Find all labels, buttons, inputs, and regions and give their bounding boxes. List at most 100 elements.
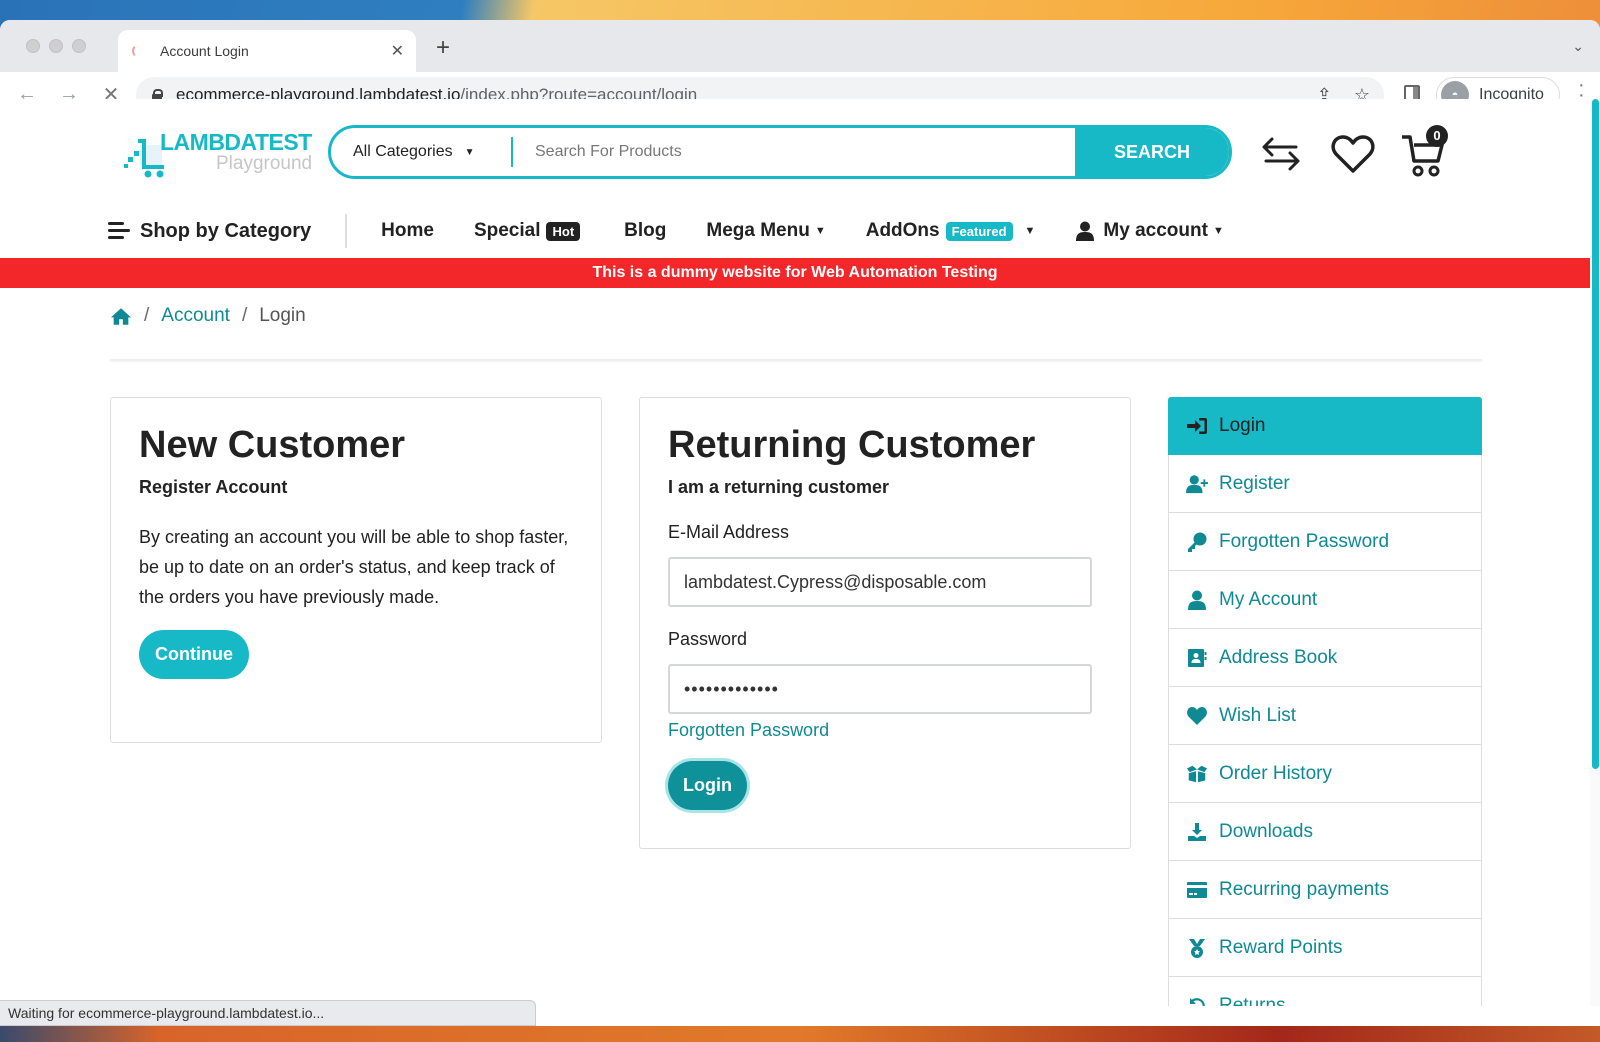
nav-item-label: Blog: [624, 220, 667, 241]
compare-icon[interactable]: [1258, 131, 1304, 177]
forgotten-password-link[interactable]: Forgotten Password: [668, 720, 1102, 741]
returning-customer-subtitle: I am a returning customer: [668, 477, 890, 497]
category-select[interactable]: All Categories ▼: [331, 128, 511, 176]
close-window-button[interactable]: [26, 39, 40, 53]
sidebar-item-address-book[interactable]: Address Book: [1168, 629, 1482, 687]
breadcrumb-separator: /: [241, 305, 248, 326]
caret-down-icon: ▼: [1212, 225, 1224, 237]
hot-badge: Hot: [546, 221, 581, 241]
sidebar-item-label: Forgotten Password: [1219, 530, 1390, 552]
sidebar-item-login[interactable]: Login: [1168, 397, 1482, 455]
loading-spinner-icon: [132, 44, 146, 58]
credit-card-icon: [1187, 881, 1207, 898]
site-header: LAMBDATEST Playground All Categories ▼ S…: [110, 125, 1480, 181]
nav-item-addons[interactable]: AddOns Featured ▼: [866, 220, 1036, 242]
tab-title: Account Login: [160, 43, 249, 59]
sidebar-item-my-account[interactable]: My Account: [1168, 571, 1482, 629]
user-plus-icon: [1186, 474, 1208, 493]
nav-item-special[interactable]: Special Hot: [473, 220, 581, 242]
scrollbar-thumb[interactable]: [1592, 99, 1599, 769]
home-icon[interactable]: [110, 307, 132, 326]
user-icon: [1076, 221, 1095, 241]
breadcrumb-separator: /: [144, 305, 150, 326]
new-tab-button[interactable]: +: [436, 34, 450, 62]
user-icon: [1188, 590, 1206, 610]
caret-down-icon: ▼: [1024, 225, 1036, 237]
address-book-icon: [1188, 648, 1207, 667]
chevron-down-icon: ▼: [464, 146, 475, 158]
logo-brand: LAMBDATEST: [160, 129, 312, 155]
dummy-site-banner: This is a dummy website for Web Automati…: [0, 258, 1590, 288]
sidebar-item-label: My Account: [1219, 588, 1318, 610]
nav-divider: [345, 214, 348, 248]
nav-item-my-account[interactable]: My account ▼: [1075, 220, 1224, 242]
shop-by-category-label: Shop by Category: [140, 219, 312, 242]
returning-customer-title: Returning Customer: [668, 424, 1036, 466]
search-button[interactable]: SEARCH: [1075, 128, 1229, 176]
search-bar: All Categories ▼ SEARCH: [328, 125, 1232, 179]
featured-badge: Featured: [945, 221, 1013, 241]
sidebar-item-label: Login: [1219, 414, 1266, 436]
tab-search-chevron-icon[interactable]: ⌄: [1572, 38, 1584, 55]
page-scrollbar[interactable]: [1590, 99, 1600, 1006]
main-nav: Shop by Category Home Special Hot Blog M…: [108, 211, 1224, 251]
sidebar-item-label: Reward Points: [1219, 936, 1343, 958]
search-input[interactable]: [513, 128, 1075, 176]
site-logo[interactable]: LAMBDATEST Playground: [124, 129, 312, 179]
cart-count-badge: 0: [1426, 125, 1448, 147]
sidebar-item-label: Returns: [1219, 994, 1286, 1007]
sidebar-item-wish-list[interactable]: Wish List: [1168, 687, 1482, 745]
medal-icon: [1189, 938, 1205, 958]
returning-customer-card: Returning Customer I am a returning cust…: [639, 397, 1131, 849]
login-button[interactable]: Login: [668, 761, 747, 810]
tab-account-login[interactable]: Account Login ✕: [118, 30, 416, 72]
account-sidebar: Login Register Forgotten Password My Acc…: [1168, 397, 1482, 1006]
hamburger-menu-icon: [108, 222, 130, 240]
new-customer-description: By creating an account you will be able …: [139, 527, 569, 607]
window-controls: [26, 39, 86, 53]
breadcrumb: / Account / Login: [110, 305, 306, 327]
sign-in-icon: [1187, 417, 1207, 434]
password-label: Password: [668, 629, 748, 649]
new-customer-title: New Customer: [139, 424, 406, 466]
sidebar-item-label: Downloads: [1219, 820, 1313, 842]
minimize-window-button[interactable]: [49, 39, 63, 53]
nav-item-label: Special: [473, 220, 541, 241]
sidebar-item-forgotten-password[interactable]: Forgotten Password: [1168, 513, 1482, 571]
undo-icon: [1190, 997, 1205, 1006]
cart-button[interactable]: 0: [1400, 125, 1450, 179]
shop-by-category-button[interactable]: Shop by Category: [108, 220, 311, 243]
page-content: LAMBDATEST Playground All Categories ▼ S…: [0, 99, 1590, 1006]
sidebar-item-label: Register: [1219, 472, 1290, 494]
sidebar-item-recurring-payments[interactable]: Recurring payments: [1168, 861, 1482, 919]
breadcrumb-account[interactable]: Account: [161, 305, 230, 327]
category-select-value: All Categories: [353, 143, 453, 160]
nav-item-label: Mega Menu: [706, 220, 810, 241]
continue-button[interactable]: Continue: [139, 630, 249, 679]
nav-item-label: Home: [381, 220, 434, 241]
sidebar-item-downloads[interactable]: Downloads: [1168, 803, 1482, 861]
zoom-window-button[interactable]: [72, 39, 86, 53]
breadcrumb-login: Login: [259, 305, 306, 326]
new-customer-card: New Customer Register Account By creatin…: [110, 397, 602, 743]
sidebar-item-label: Address Book: [1219, 646, 1338, 668]
browser-status-bar: Waiting for ecommerce-playground.lambdat…: [0, 1000, 536, 1026]
sidebar-item-reward-points[interactable]: Reward Points: [1168, 919, 1482, 977]
email-field[interactable]: [668, 557, 1092, 607]
breadcrumb-divider: [110, 359, 1482, 361]
nav-item-home[interactable]: Home: [381, 220, 434, 242]
sidebar-item-label: Recurring payments: [1219, 878, 1390, 900]
password-field[interactable]: [668, 664, 1092, 714]
nav-item-mega-menu[interactable]: Mega Menu ▼: [706, 220, 825, 242]
sidebar-item-label: Order History: [1219, 762, 1332, 784]
sidebar-item-returns[interactable]: Returns: [1168, 977, 1482, 1006]
download-icon: [1188, 822, 1206, 841]
nav-item-blog[interactable]: Blog: [624, 220, 666, 242]
close-tab-icon[interactable]: ✕: [391, 41, 404, 61]
wishlist-heart-icon[interactable]: [1330, 131, 1376, 177]
nav-item-label: AddOns: [865, 220, 940, 241]
nav-item-label: My account: [1103, 220, 1208, 241]
sidebar-item-register[interactable]: Register: [1168, 455, 1482, 513]
sidebar-item-order-history[interactable]: Order History: [1168, 745, 1482, 803]
tab-strip: Account Login ✕ + ⌄: [0, 20, 1600, 72]
